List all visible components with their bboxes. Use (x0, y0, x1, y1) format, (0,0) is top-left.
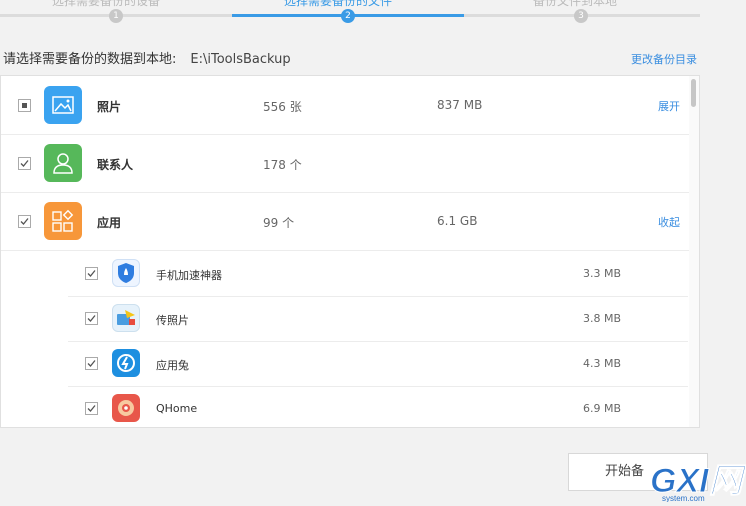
step-indicator: 选择需要备份的设备 选择需要备份的文件 备份文件到本地 1 2 3 (0, 0, 700, 26)
app-checkbox[interactable] (85, 312, 98, 325)
category-count: 99 个 (263, 216, 295, 230)
step-label-1: 选择需要备份的设备 (52, 0, 161, 8)
app-name: 传照片 (156, 314, 189, 327)
scroll-thumb[interactable] (691, 79, 696, 107)
category-size: 837 MB (437, 98, 483, 112)
list-scrollbar[interactable] (689, 76, 699, 427)
step-label-3: 备份文件到本地 (533, 0, 618, 8)
photo-icon (44, 86, 82, 124)
category-name: 应用 (97, 216, 122, 230)
photos-checkbox[interactable] (18, 99, 31, 112)
site-watermark-logo: GXI网 system.com (648, 458, 746, 504)
apps-checkbox[interactable] (18, 215, 31, 228)
app-name: 手机加速神器 (156, 269, 222, 282)
category-name: 照片 (97, 100, 122, 114)
category-count: 178 个 (263, 158, 302, 172)
step-dot-2: 2 (341, 9, 355, 23)
watermark-subtext: system.com (662, 494, 705, 502)
app-name: 应用兔 (156, 359, 189, 372)
photo-transfer-icon (112, 304, 140, 332)
app-checkbox[interactable] (85, 267, 98, 280)
app-size: 6.9 MB (583, 402, 622, 415)
app-checkbox[interactable] (85, 402, 98, 415)
category-row-contacts[interactable]: 联系人 178 个 (1, 134, 689, 193)
category-name: 联系人 (97, 158, 134, 172)
app-size: 4.3 MB (583, 357, 622, 370)
category-size: 6.1 GB (437, 214, 478, 228)
expand-link[interactable]: 展开 (658, 98, 680, 114)
step-label-2: 选择需要备份的文件 (284, 0, 393, 8)
app-name: QHome (156, 402, 198, 415)
contacts-checkbox[interactable] (18, 157, 31, 170)
rocket-shield-icon (112, 259, 140, 287)
category-count: 556 张 (263, 100, 302, 114)
change-backup-dir-link[interactable]: 更改备份目录 (631, 51, 697, 67)
app-row[interactable]: 手机加速神器 3.3 MB (68, 251, 688, 297)
collapse-link[interactable]: 收起 (658, 214, 680, 230)
app-row[interactable]: QHome 6.9 MB (68, 386, 688, 427)
contact-icon (44, 144, 82, 182)
app-size: 3.3 MB (583, 267, 622, 280)
app-checkbox[interactable] (85, 357, 98, 370)
backup-prompt: 请选择需要备份的数据到本地: (3, 52, 177, 67)
step-dot-3: 3 (574, 9, 588, 23)
backup-list-panel: 照片 556 张 837 MB 展开 联系人 178 个 应用 99 个 6.1… (0, 75, 700, 428)
app-row[interactable]: 传照片 3.8 MB (68, 296, 688, 342)
apps-icon (44, 202, 82, 240)
category-row-photos[interactable]: 照片 556 张 837 MB 展开 (1, 76, 689, 135)
app-row[interactable]: 应用兔 4.3 MB (68, 341, 688, 387)
qhome-icon (112, 394, 140, 422)
category-row-apps[interactable]: 应用 99 个 6.1 GB 收起 (1, 192, 689, 251)
backup-path-row: 请选择需要备份的数据到本地: E:\iToolsBackup (3, 48, 291, 67)
app-size: 3.8 MB (583, 312, 622, 325)
step-dot-1: 1 (109, 9, 123, 23)
backup-path: E:\iToolsBackup (190, 52, 291, 67)
rabbit-app-icon (112, 349, 140, 377)
